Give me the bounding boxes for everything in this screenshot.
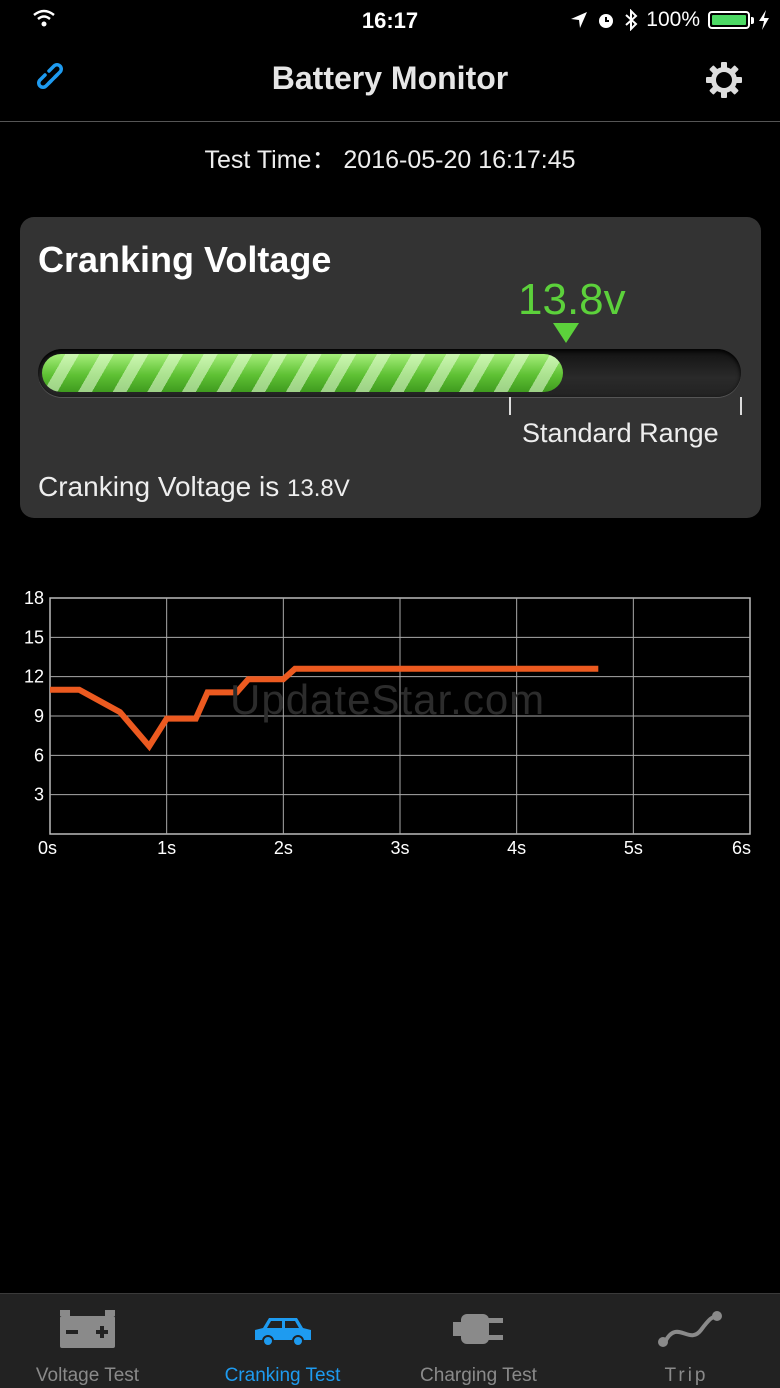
plug-icon bbox=[453, 1314, 503, 1344]
y-tick-label: 15 bbox=[24, 627, 44, 647]
bluetooth-icon bbox=[625, 9, 638, 31]
x-tick-label: 2s bbox=[274, 838, 293, 858]
tab-bar: Voltage Test Cranking Test Charging Test… bbox=[0, 1293, 780, 1388]
nav-bar: Battery Monitor bbox=[0, 40, 780, 122]
tab-label: Charging Test bbox=[420, 1365, 537, 1386]
x-tick-label: 5s bbox=[624, 838, 643, 858]
y-tick-label: 6 bbox=[34, 745, 44, 765]
battery-icon bbox=[708, 11, 754, 29]
tab-trip[interactable]: Trip bbox=[589, 1294, 780, 1388]
gear-icon[interactable] bbox=[704, 60, 744, 100]
cranking-voltage-card: Cranking Voltage 13.8v Standard Range Cr… bbox=[20, 217, 761, 518]
voltage-value: 13.8v bbox=[518, 275, 626, 324]
card-title: Cranking Voltage bbox=[38, 239, 332, 280]
standard-range-label: Standard Range bbox=[522, 418, 719, 448]
range-tick-start bbox=[509, 397, 511, 415]
y-tick-label: 9 bbox=[34, 706, 44, 726]
alarm-icon bbox=[599, 14, 614, 28]
voltage-bar bbox=[38, 349, 741, 397]
status-prefix: Cranking Voltage is bbox=[38, 471, 288, 502]
test-time: Test Time： 2016-05-20 16:17:45 bbox=[204, 146, 576, 174]
tab-voltage-test[interactable]: Voltage Test bbox=[0, 1294, 185, 1388]
level-marker-icon bbox=[553, 323, 579, 343]
watermark: UpdateStar.com bbox=[230, 676, 546, 723]
status-value: 13.8V bbox=[287, 475, 350, 502]
y-tick-label: 3 bbox=[34, 785, 44, 805]
y-tick-label: 18 bbox=[24, 588, 44, 608]
x-tick-label: 0s bbox=[38, 838, 57, 858]
range-tick-end bbox=[740, 397, 742, 415]
tab-label: Cranking Test bbox=[224, 1365, 341, 1386]
voltage-bar-fill bbox=[42, 354, 563, 392]
car-battery-icon bbox=[60, 1310, 115, 1348]
charging-bolt-icon bbox=[759, 10, 769, 30]
tab-label: Trip bbox=[664, 1365, 709, 1386]
page-title: Battery Monitor bbox=[271, 60, 509, 96]
x-tick-label: 3s bbox=[390, 838, 409, 858]
tab-label: Voltage Test bbox=[35, 1365, 140, 1386]
x-tick-label: 4s bbox=[507, 838, 526, 858]
voltage-status-text: Cranking Voltage is 13.8V bbox=[38, 471, 350, 503]
voltage-chart: 0s 1s 2s 3s 4s 5s 6s 3 6 9 12 15 18 bbox=[24, 588, 751, 858]
battery-percent: 100% bbox=[646, 8, 700, 31]
car-icon bbox=[255, 1318, 311, 1347]
x-tick-label: 1s bbox=[157, 838, 176, 858]
location-icon bbox=[571, 12, 588, 28]
route-icon bbox=[658, 1311, 722, 1347]
y-tick-label: 12 bbox=[24, 667, 44, 687]
tab-charging-test[interactable]: Charging Test bbox=[381, 1294, 576, 1388]
tab-cranking-test[interactable]: Cranking Test bbox=[185, 1294, 380, 1388]
x-tick-label: 6s bbox=[732, 838, 751, 858]
status-bar: 16:17 100% bbox=[0, 0, 780, 40]
